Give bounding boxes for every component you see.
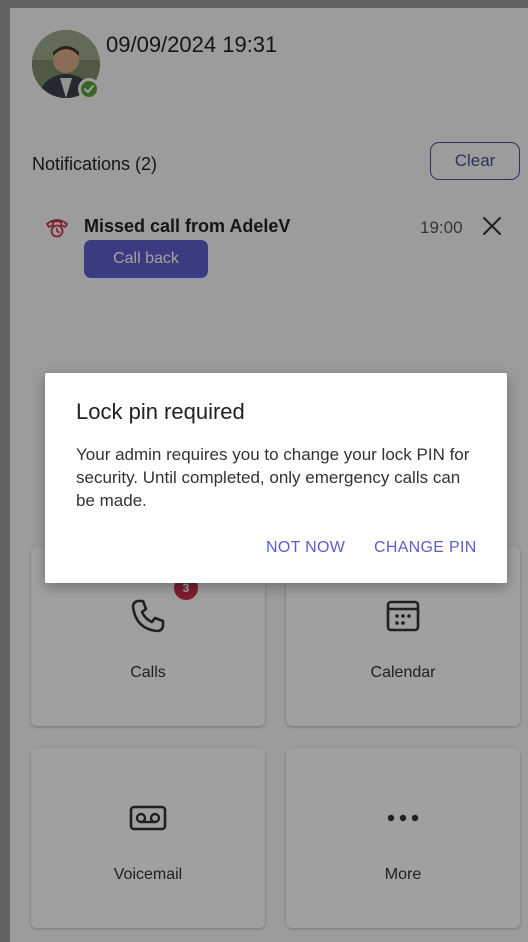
dialog-message: Your admin requires you to change your l…: [76, 445, 470, 510]
lock-pin-dialog: Lock pin required Your admin requires yo…: [45, 373, 507, 583]
change-pin-button[interactable]: CHANGE PIN: [374, 539, 477, 557]
not-now-button[interactable]: NOT NOW: [266, 539, 345, 557]
dialog-title: Lock pin required: [76, 399, 245, 424]
